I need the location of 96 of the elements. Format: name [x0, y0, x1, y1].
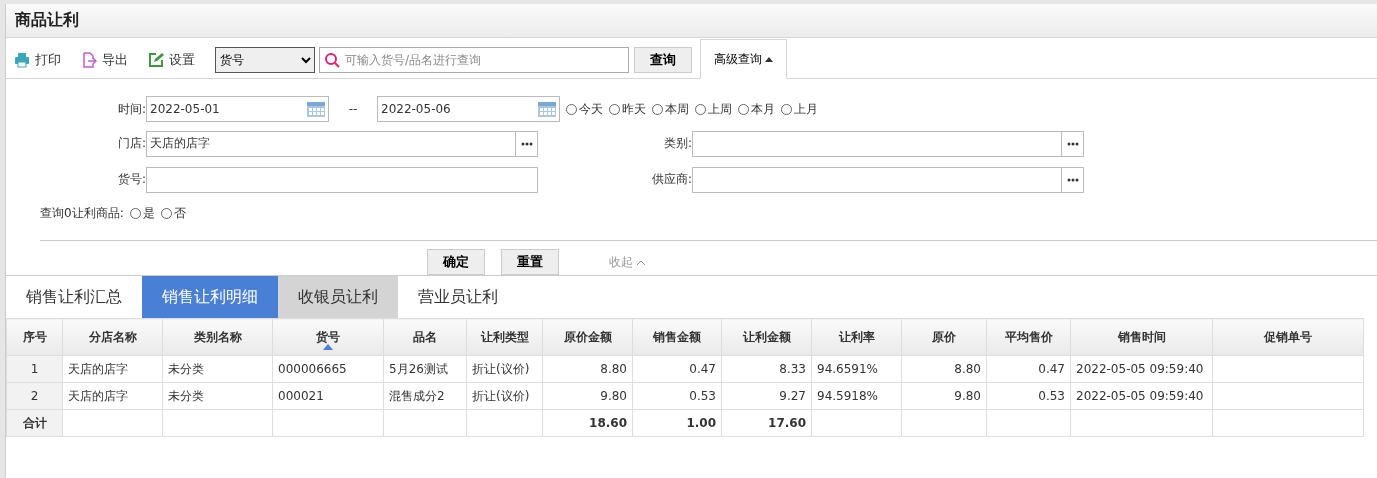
column-header[interactable]: 销售时间 — [1070, 318, 1213, 356]
search-icon — [324, 51, 340, 68]
table-cell: 8.80 — [542, 355, 633, 383]
column-header[interactable]: 促销单号 — [1212, 318, 1364, 356]
radio-label: 昨天 — [622, 100, 646, 118]
table-cell: 混售成分2 — [383, 382, 467, 410]
field-label: 查询0让利商品: — [40, 205, 124, 223]
date-field[interactable]: 2022-05-01 — [146, 96, 329, 123]
chevron-up-icon — [637, 259, 645, 265]
radio-button[interactable] — [609, 103, 620, 115]
table-cell: 0.53 — [986, 382, 1071, 410]
table-cell: 天店的店字 — [62, 355, 163, 383]
tab[interactable]: 收银员让利 — [278, 276, 398, 318]
total-cell: 1.00 — [632, 409, 722, 437]
calendar-icon[interactable] — [537, 100, 557, 119]
input-field[interactable] — [146, 166, 538, 193]
field-label: 门店: — [116, 135, 146, 152]
input-field[interactable] — [692, 130, 1084, 157]
table-cell: 折让(议价) — [466, 382, 543, 410]
column-header[interactable]: 平均售价 — [986, 318, 1071, 356]
radio-label: 上周 — [708, 100, 732, 118]
table-cell: 9.80 — [901, 382, 987, 410]
column-header[interactable]: 让利金额 — [721, 318, 812, 356]
table-cell: 天店的店字 — [62, 382, 163, 410]
radio-button[interactable] — [738, 103, 749, 115]
export-icon — [81, 51, 97, 68]
field-label: 供应商: — [650, 171, 692, 188]
table-cell: 2 — [6, 382, 63, 410]
advanced-query-tab[interactable]: 高级查询 — [700, 39, 787, 79]
table-cell: 2022-05-05 09:59:40 — [1070, 355, 1213, 383]
radio-button[interactable] — [781, 103, 792, 115]
table-cell: 5月26测试 — [383, 355, 467, 383]
settings-button[interactable]: 设置 — [148, 50, 195, 69]
more-icon — [520, 141, 533, 146]
table-cell: 000021 — [272, 382, 384, 410]
page-title: 商品让利 — [15, 10, 79, 31]
radio-button[interactable] — [695, 103, 706, 115]
radio-label: 是 — [142, 205, 155, 223]
column-header[interactable]: 让利率 — [811, 318, 902, 356]
reset-button[interactable]: 重置 — [501, 249, 559, 275]
search-field[interactable]: 可输入货号/品名进行查询 — [319, 46, 629, 73]
table-cell: 0.53 — [632, 382, 722, 410]
table-cell: 1 — [6, 355, 63, 383]
table-cell: 8.33 — [721, 355, 812, 383]
total-cell: 17.60 — [721, 409, 812, 437]
column-header[interactable]: 原价金额 — [542, 318, 633, 356]
confirm-button[interactable]: 确定 — [427, 249, 485, 275]
field-label: 货号: — [116, 171, 146, 188]
table-cell: 0.47 — [632, 355, 722, 383]
more-icon — [1066, 141, 1079, 146]
column-header[interactable]: 销售金额 — [632, 318, 722, 356]
caret-icon — [765, 56, 773, 62]
edit-icon — [148, 51, 164, 68]
table-cell: 9.80 — [542, 382, 633, 410]
column-header[interactable]: 类别名称 — [162, 318, 273, 356]
field-label: 类别: — [662, 135, 692, 152]
printer-icon — [14, 51, 30, 68]
table-cell: 9.27 — [721, 382, 812, 410]
total-label: 合计 — [6, 409, 63, 437]
table-cell: 8.80 — [901, 355, 987, 383]
total-cell: 18.60 — [542, 409, 633, 437]
radio-button[interactable] — [160, 208, 172, 220]
table-cell: 94.6591% — [811, 355, 902, 383]
table-cell: 未分类 — [162, 355, 273, 383]
radio-label: 本周 — [665, 100, 689, 118]
query-button[interactable]: 查询 — [634, 46, 692, 73]
calendar-icon[interactable] — [306, 100, 326, 119]
tab[interactable]: 销售让利明细 — [142, 276, 278, 318]
column-header[interactable]: 货号 — [272, 318, 384, 356]
table-cell: 94.5918% — [811, 382, 902, 410]
radio-button[interactable] — [129, 208, 141, 220]
input-field[interactable] — [692, 166, 1084, 193]
table-cell: 0.47 — [986, 355, 1071, 383]
table-cell: 000006665 — [272, 355, 384, 383]
field-label: 时间: — [116, 100, 146, 118]
column-header[interactable]: 原价 — [901, 318, 987, 356]
table-cell: 折让(议价) — [466, 355, 543, 383]
table-cell: 2022-05-05 09:59:40 — [1070, 382, 1213, 410]
radio-label: 今天 — [579, 100, 603, 118]
radio-button[interactable] — [652, 103, 663, 115]
input-field[interactable]: 天店的店字 — [146, 130, 538, 157]
radio-label: 本月 — [751, 100, 775, 118]
radio-button[interactable] — [566, 103, 577, 115]
export-button[interactable]: 导出 — [81, 50, 128, 69]
print-button[interactable]: 打印 — [14, 50, 61, 69]
column-header[interactable]: 让利类型 — [466, 318, 543, 356]
field-select[interactable]: 货号 — [215, 46, 315, 73]
range-separator: -- — [347, 102, 359, 117]
more-icon — [1066, 177, 1079, 182]
column-header[interactable]: 品名 — [383, 318, 467, 356]
table-cell: 未分类 — [162, 382, 273, 410]
radio-label: 上月 — [794, 100, 818, 118]
column-header[interactable]: 序号 — [6, 318, 63, 356]
date-field[interactable]: 2022-05-06 — [377, 96, 560, 123]
radio-label: 否 — [173, 205, 186, 223]
column-header[interactable]: 分店名称 — [62, 318, 163, 356]
